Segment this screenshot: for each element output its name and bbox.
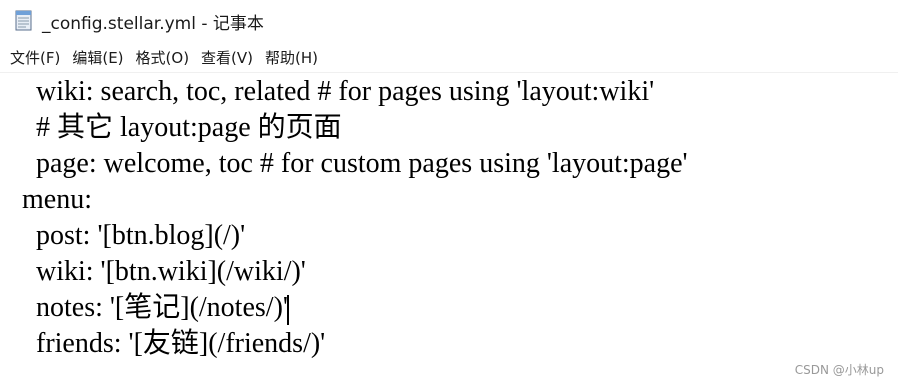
editor-line: wiki: '[btn.wiki](/wiki/)' [22, 256, 306, 287]
editor-line: friends: '[友链](/friends/)' [22, 328, 326, 359]
editor-line: menu: [22, 184, 92, 215]
editor-line: page: welcome, toc # for custom pages us… [22, 148, 688, 179]
watermark: CSDN @小林up [794, 363, 884, 377]
editor-line: notes: '[笔记](/notes/)' [22, 292, 288, 323]
menu-view[interactable]: 查看(V) [195, 47, 259, 68]
editor-line: post: '[btn.blog](/)' [22, 220, 246, 251]
editor-line: wiki: search, toc, related # for pages u… [22, 76, 655, 107]
window-title: _config.stellar.yml - 记事本 [42, 14, 264, 34]
text-editor[interactable]: wiki: search, toc, related # for pages u… [0, 73, 898, 387]
notepad-icon [15, 10, 32, 31]
title-bar: _config.stellar.yml - 记事本 [0, 0, 898, 40]
menu-format[interactable]: 格式(O) [130, 47, 196, 68]
editor-line-cursor: notes: '[笔记](/notes/)' [22, 290, 289, 326]
menu-bar: 文件(F) 编辑(E) 格式(O) 查看(V) 帮助(H) [0, 42, 898, 73]
editor-line: # 其它 layout:page 的页面 [22, 112, 342, 143]
menu-file[interactable]: 文件(F) [0, 47, 66, 68]
menu-edit[interactable]: 编辑(E) [66, 47, 129, 68]
menu-help[interactable]: 帮助(H) [259, 47, 324, 68]
text-caret [286, 294, 289, 325]
